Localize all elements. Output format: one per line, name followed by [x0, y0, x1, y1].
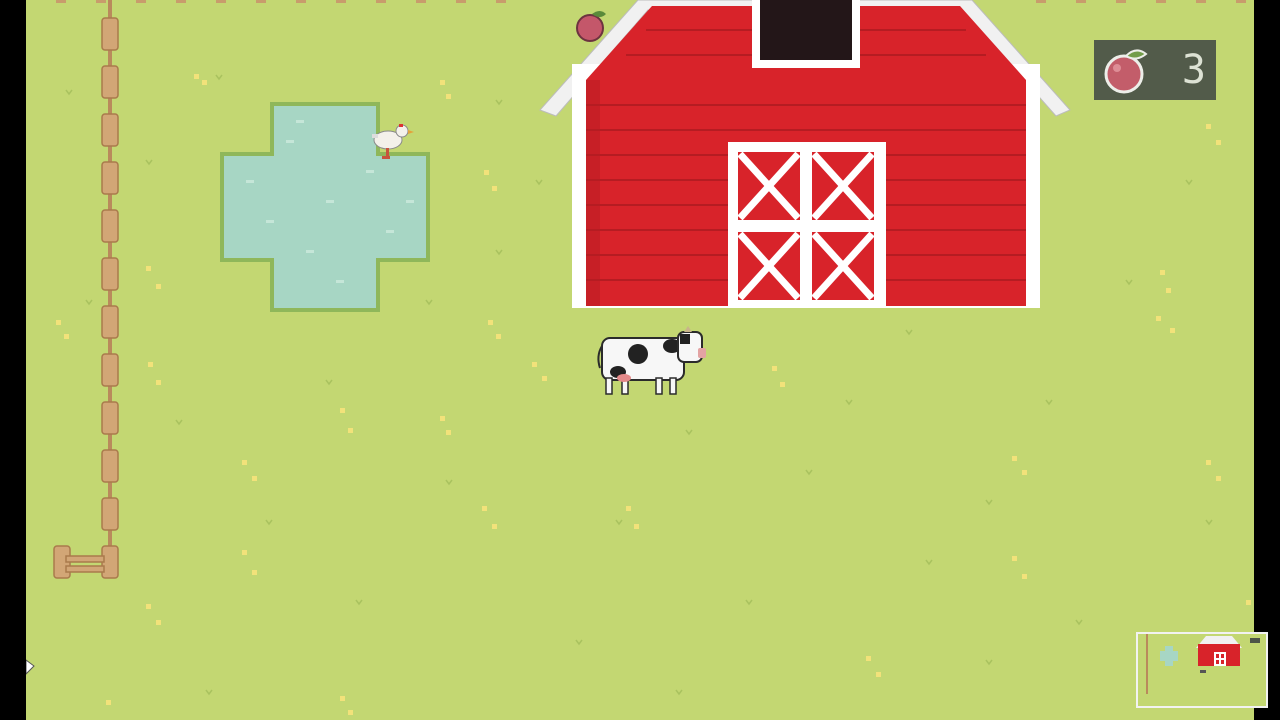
minimap-view [1138, 634, 1266, 706]
apple-counter-hud: 3 [1094, 40, 1216, 100]
farm-scene[interactable] [26, 0, 1254, 720]
apple-count: 3 [1181, 47, 1206, 93]
game-viewport[interactable] [26, 0, 1254, 720]
red-barn[interactable] [539, 0, 1071, 308]
minimap[interactable] [1136, 632, 1268, 708]
barn-doors[interactable] [728, 142, 886, 308]
apple-icon [1104, 49, 1148, 94]
